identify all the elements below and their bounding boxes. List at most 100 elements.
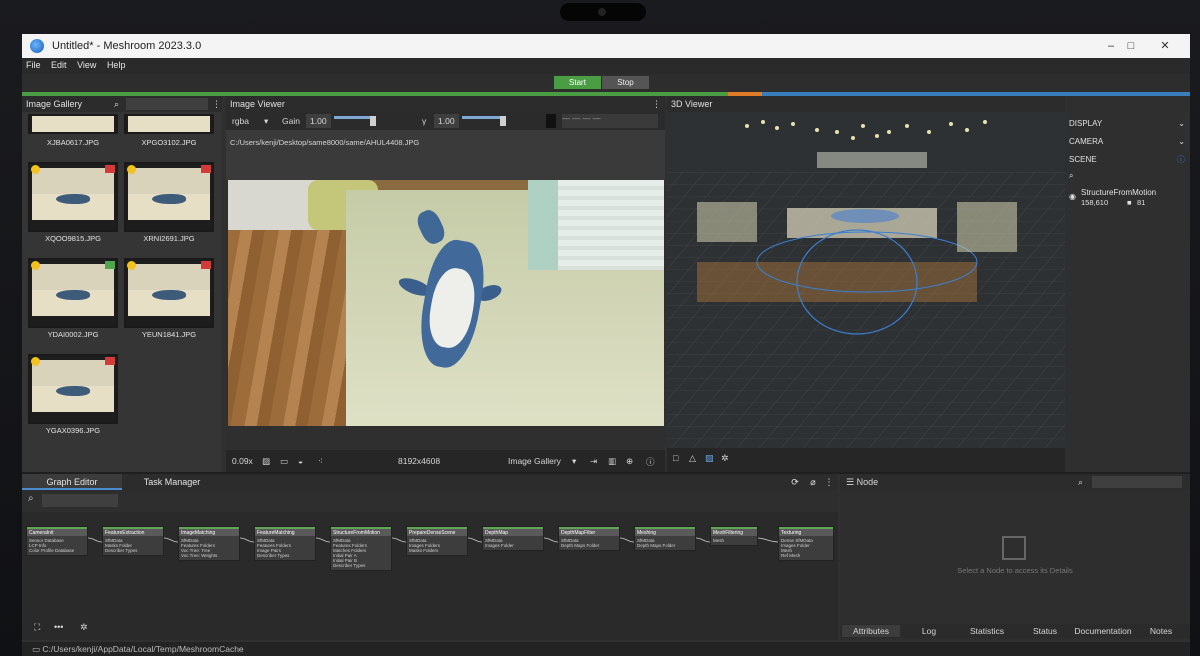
camera-section[interactable]: CAMERA ⌄ <box>1067 134 1187 150</box>
start-button[interactable]: Start <box>554 76 601 89</box>
node-imagematching[interactable]: ImageMatching SfMData Features Folders Voc… <box>178 526 240 561</box>
graph-search-input[interactable] <box>42 494 118 507</box>
node-featureextraction[interactable]: FeatureExtraction SfMData Masks Folder Des… <box>102 526 164 556</box>
refresh-icon[interactable]: ⟳ <box>788 474 802 490</box>
close-icon[interactable]: ✕ <box>1156 38 1174 54</box>
tab-status[interactable]: Status <box>1016 626 1074 636</box>
node-featurematching[interactable]: FeatureMatching SfMData Features Folders I… <box>254 526 316 561</box>
gain-slider-handle[interactable] <box>370 116 376 126</box>
globe-icon[interactable]: ⊕ <box>626 456 633 467</box>
points-icon[interactable]: ⁖ <box>318 456 323 467</box>
tab-task-manager[interactable]: Task Manager <box>122 474 222 490</box>
color-swatch[interactable] <box>546 114 556 128</box>
menu-help[interactable]: Help <box>103 58 130 72</box>
node-port[interactable]: Ref Mesh <box>781 553 831 558</box>
hatch-icon[interactable]: ▨ <box>262 456 270 467</box>
more-options-icon[interactable]: ⋮ <box>212 96 221 112</box>
thumbnail-label: XRNI2691.JPG <box>143 234 195 243</box>
search-icon[interactable]: ⌕ <box>1078 474 1083 490</box>
chevron-down-icon[interactable]: ▾ <box>572 456 576 467</box>
node-port[interactable]: Describer Types <box>333 563 389 568</box>
gamma-slider[interactable] <box>462 116 502 119</box>
node-port[interactable]: Mesh <box>713 538 755 543</box>
node-preparedensescene[interactable]: PrepareDenseScene SfMData Images Folders M… <box>406 526 468 556</box>
export-icon[interactable]: ⇥ <box>590 456 597 467</box>
scene-section[interactable]: SCENE ⓘ <box>1067 152 1187 168</box>
gallery-search-input[interactable] <box>126 98 208 110</box>
point-cloud-view[interactable] <box>667 112 1065 448</box>
menu-file[interactable]: File <box>22 58 45 72</box>
tab-log[interactable]: Log <box>900 626 958 636</box>
search-icon[interactable]: ⌕ <box>1067 168 1187 184</box>
node-depthmap[interactable]: DepthMap SfMData Images Folder <box>482 526 544 551</box>
channel-select[interactable]: rgba <box>232 116 249 126</box>
node-port[interactable]: Voc Tree: Weights <box>181 553 237 558</box>
node-title: DepthMapFilter <box>559 527 619 536</box>
minimize-icon[interactable]: – <box>1102 38 1120 54</box>
layout-icon[interactable]: ••• <box>54 622 63 632</box>
menu-edit[interactable]: Edit <box>47 58 71 72</box>
node-port[interactable]: Color Profile Database <box>29 548 85 553</box>
frame-icon[interactable]: ▭ <box>280 456 288 467</box>
sphere-icon[interactable]: ◒ <box>298 456 303 466</box>
scene-node-item[interactable]: ◉ StructureFromMotion 158,610 ■ 81 <box>1067 186 1187 210</box>
fit-icon[interactable]: ⛶ <box>34 622 40 633</box>
gallery-item[interactable]: YEUN1841.JPG <box>124 258 214 340</box>
search-icon[interactable]: ⌕ <box>28 493 34 504</box>
tab-notes[interactable]: Notes <box>1132 626 1190 636</box>
gallery-item[interactable]: XRNI2691.JPG <box>124 162 214 244</box>
gain-input[interactable]: 1.00 <box>306 114 331 128</box>
tab-attributes[interactable]: Attributes <box>842 625 900 637</box>
tab-statistics[interactable]: Statistics <box>958 626 1016 636</box>
gamma-input[interactable]: 1.00 <box>434 114 459 128</box>
node-meshfiltering[interactable]: MeshFiltering Mesh <box>710 526 758 546</box>
node-port[interactable]: Describer Types <box>257 553 313 558</box>
gallery-item[interactable]: YDAI0002.JPG <box>28 258 118 340</box>
gain-slider[interactable] <box>334 116 374 119</box>
stop-button[interactable]: Stop <box>602 76 649 89</box>
toolbar: Start Stop <box>22 74 1190 92</box>
app-window: Untitled* - Meshroom 2023.3.0 – □ ✕ File… <box>22 34 1190 656</box>
gallery-item[interactable]: XQOO9815.JPG <box>28 162 118 244</box>
link-off-icon[interactable]: ⌀ <box>806 474 820 490</box>
node-port[interactable]: Masks Folders <box>409 548 465 553</box>
folder-icon[interactable]: ▭ <box>32 644 42 654</box>
gallery-item[interactable]: XJBA0617.JPG <box>28 114 118 150</box>
display-label: DISPLAY <box>1069 119 1103 128</box>
maximize-icon[interactable]: □ <box>1122 38 1140 54</box>
source-select[interactable]: Image Gallery <box>508 456 561 466</box>
node-port[interactable]: Depth Maps Folder <box>561 543 617 548</box>
node-texturing[interactable]: Texturing Dense SfMData Images Folder Mesh… <box>778 526 834 561</box>
display-section[interactable]: DISPLAY ⌄ <box>1067 116 1187 132</box>
more-options-icon[interactable]: ⋮ <box>822 474 836 490</box>
node-structurefrommotion[interactable]: StructureFromMotion SfMData Features Fold… <box>330 526 392 571</box>
node-camerainit[interactable]: CameraInit Sensor Database LCP Info Color … <box>26 526 88 556</box>
texture-icon[interactable]: ▨ <box>705 453 714 464</box>
more-options-icon[interactable]: ⋮ <box>652 96 661 112</box>
node-port[interactable]: Describer Types <box>105 548 161 553</box>
menu-view[interactable]: View <box>73 58 100 72</box>
details-search-input[interactable] <box>1092 476 1182 488</box>
gallery-item[interactable]: YGAX0396.JPG <box>28 354 118 436</box>
search-icon[interactable]: ⌕ <box>114 96 119 112</box>
gamma-slider-handle[interactable] <box>500 116 506 126</box>
viewer-toolbar: rgba ▾ Gain 1.00 γ 1.00 — — — — <box>226 112 665 130</box>
box-icon[interactable]: □ <box>673 453 678 463</box>
histogram-icon[interactable]: ▥ <box>608 456 616 467</box>
node-port[interactable]: Images Folder <box>485 543 541 548</box>
graph-footer: ⛶ ••• ✲ <box>30 622 110 636</box>
gear-icon[interactable]: ✲ <box>721 453 729 464</box>
gallery-item[interactable]: XPGO3102.JPG <box>124 114 214 150</box>
info-icon[interactable]: ⓘ <box>646 456 655 468</box>
node-port[interactable]: Depth Maps Folder <box>637 543 693 548</box>
chevron-down-icon[interactable]: ▾ <box>264 116 268 127</box>
eye-icon[interactable]: ◉ <box>1069 192 1076 202</box>
tab-documentation[interactable]: Documentation <box>1074 626 1132 636</box>
triangle-icon[interactable]: △ <box>689 453 696 464</box>
image-preview[interactable] <box>228 180 664 426</box>
tab-graph-editor[interactable]: Graph Editor <box>22 474 122 490</box>
info-icon[interactable]: ⓘ <box>1177 152 1185 168</box>
node-depthmapfilter[interactable]: DepthMapFilter SfMData Depth Maps Folder <box>558 526 620 551</box>
gear-icon[interactable]: ✲ <box>80 622 88 633</box>
node-meshing[interactable]: Meshing SfMData Depth Maps Folder <box>634 526 696 551</box>
